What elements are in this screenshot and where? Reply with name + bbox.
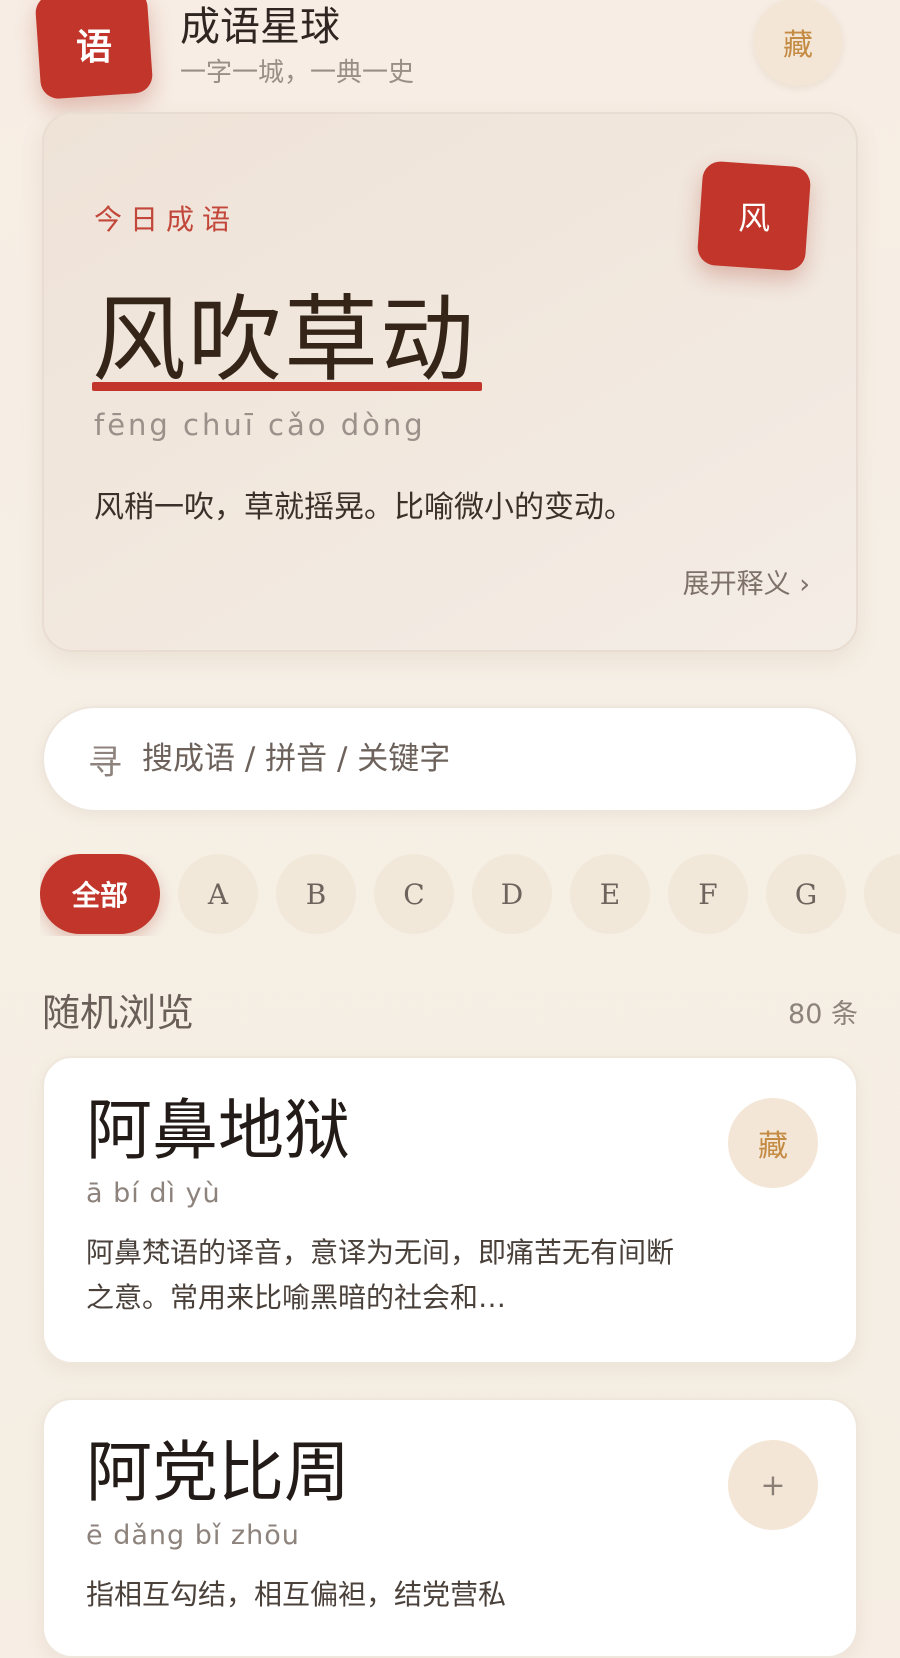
- idiom-pinyin: ā bí dì yù: [86, 1178, 221, 1209]
- add-favorite-button[interactable]: +: [728, 1440, 818, 1530]
- daily-idiom-card[interactable]: 今日成语 风 风吹草动 fēng chuī cǎo dòng 风稍一吹，草就摇晃…: [42, 112, 858, 652]
- idiom-description: 指相互勾结，相互偏袒，结党营私: [86, 1578, 507, 1611]
- daily-idiom-text: 风吹草动: [92, 286, 477, 395]
- letter-filter-row: 全部 A B C D E F G: [40, 854, 900, 936]
- idiom-name: 阿鼻地狱: [86, 1092, 350, 1169]
- daily-label: 今日成语: [94, 203, 239, 236]
- daily-seal: 风: [696, 160, 812, 272]
- filter-chip-e[interactable]: E: [570, 854, 650, 934]
- daily-seal-char: 风: [737, 198, 770, 237]
- app-subtitle: 一字一城，一典一史: [180, 58, 415, 88]
- filter-chip-c[interactable]: C: [374, 854, 454, 934]
- idiom-card[interactable]: 阿党比周 ē dǎng bǐ zhōu 指相互勾结，相互偏袒，结党营私 +: [42, 1398, 858, 1658]
- idiom-pinyin: ē dǎng bǐ zhōu: [86, 1520, 300, 1551]
- app-title: 成语星球: [180, 4, 340, 50]
- daily-idiom-underline: [92, 382, 482, 391]
- idiom-card[interactable]: 阿鼻地狱 ā bí dì yù 阿鼻梵语的译音，意译为无间，即痛苦无有间断之意。…: [42, 1056, 858, 1364]
- search-bar[interactable]: 寻: [42, 706, 858, 812]
- filter-chip-f[interactable]: F: [668, 854, 748, 934]
- filter-chip-d[interactable]: D: [472, 854, 552, 934]
- daily-idiom-meaning: 风稍一吹，草就摇晃。比喻微小的变动。: [94, 490, 634, 525]
- filter-chip-overflow[interactable]: [864, 854, 900, 934]
- filter-chip-b[interactable]: B: [276, 854, 356, 934]
- section-title: 随机浏览: [42, 991, 195, 1035]
- daily-idiom-pinyin: fēng chuī cǎo dòng: [94, 408, 426, 442]
- logo-char: 语: [75, 26, 113, 69]
- section-count: 80 条: [788, 999, 858, 1030]
- idiom-description: 阿鼻梵语的译音，意译为无间，即痛苦无有间断之意。常用来比喻黑暗的社会和…: [86, 1236, 675, 1314]
- filter-chip-all[interactable]: 全部: [40, 854, 160, 934]
- filter-chip-g[interactable]: G: [766, 854, 846, 934]
- search-icon: 寻: [88, 742, 122, 783]
- idiom-name: 阿党比周: [86, 1434, 350, 1511]
- app-logo: 语: [34, 0, 154, 100]
- search-input[interactable]: [140, 740, 764, 778]
- favorite-button[interactable]: 藏: [728, 1098, 818, 1188]
- filter-chip-a[interactable]: A: [178, 854, 258, 934]
- favorites-button[interactable]: 藏: [754, 0, 842, 86]
- expand-meaning-link[interactable]: 展开释义 ›: [683, 562, 810, 601]
